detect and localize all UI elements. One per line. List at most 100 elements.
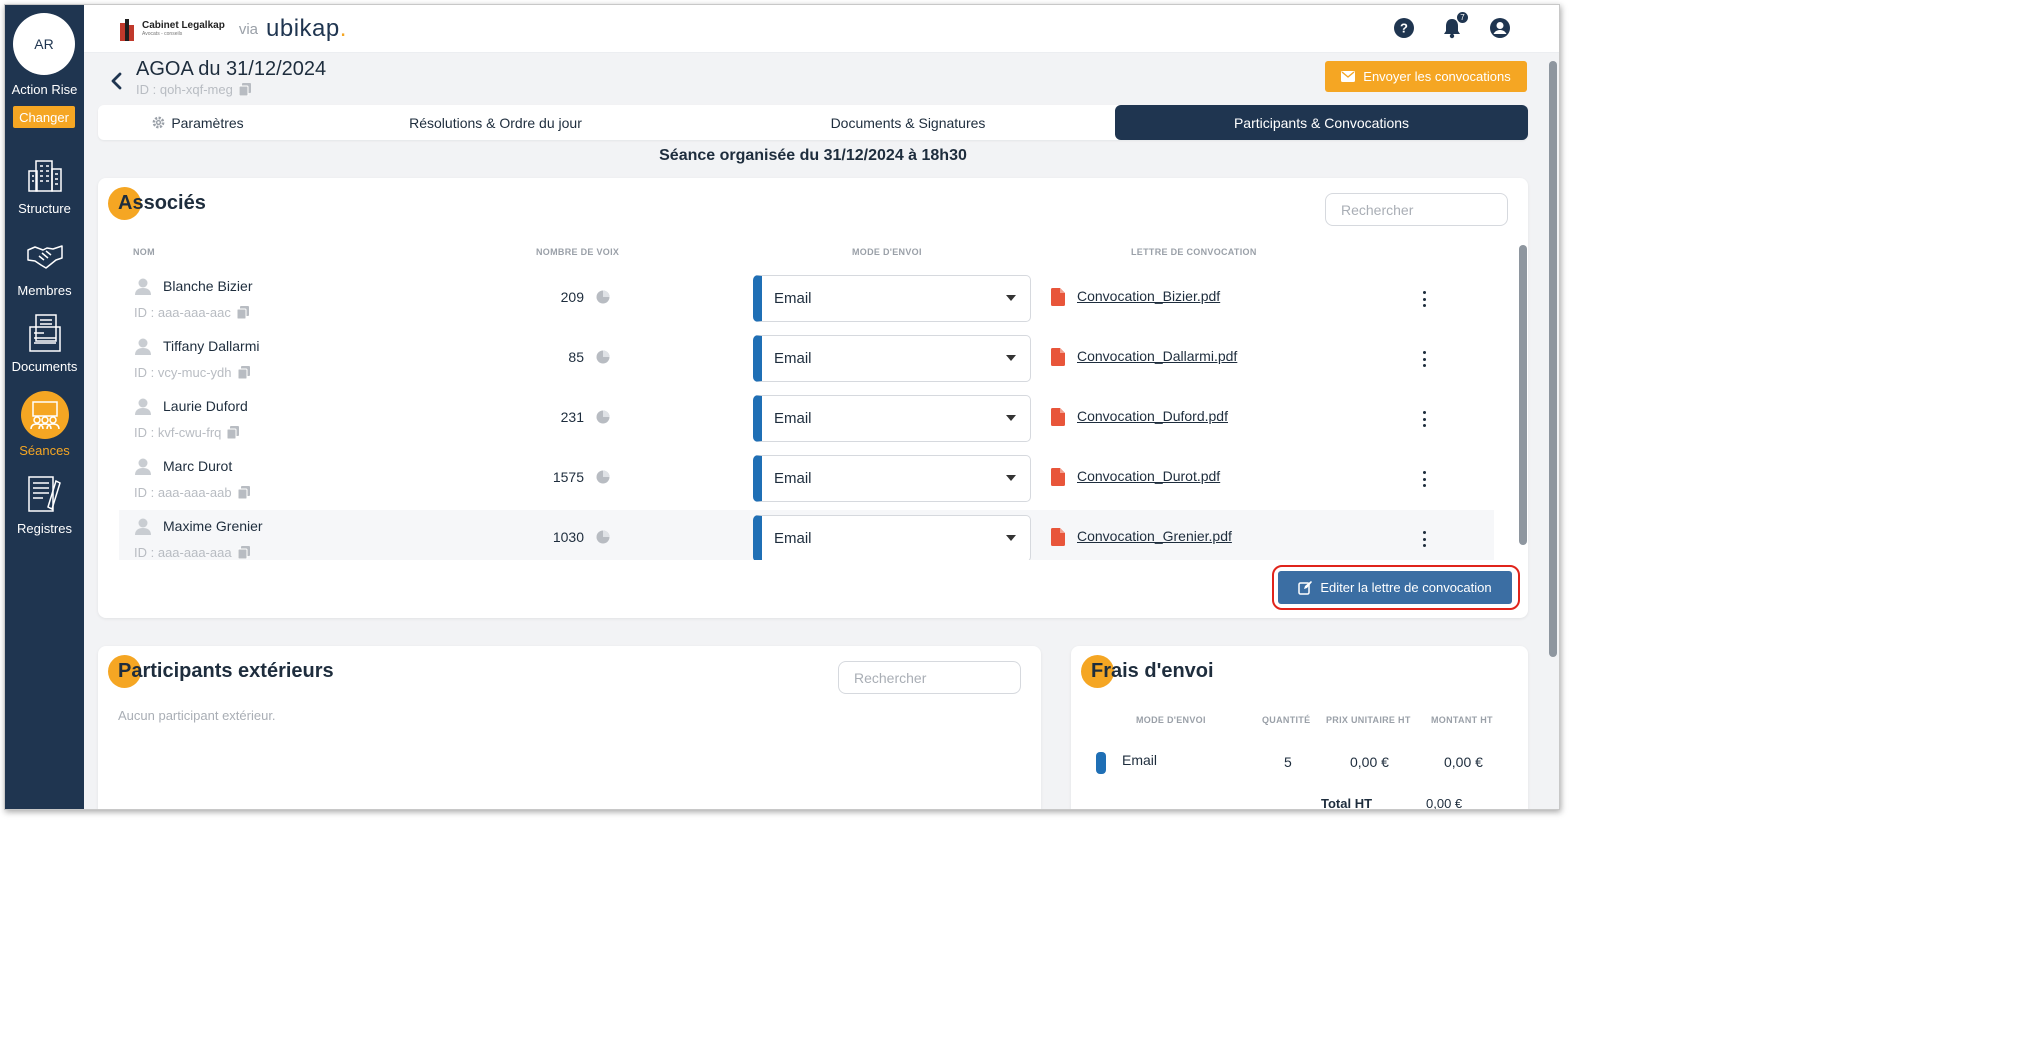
send-convocations-button[interactable]: Envoyer les convocations (1325, 61, 1527, 92)
help-icon[interactable]: ? (1393, 17, 1415, 39)
associe-id: ID : aaa-aaa-aaa (134, 545, 250, 560)
send-convocations-label: Envoyer les convocations (1363, 69, 1511, 84)
copy-icon[interactable] (237, 366, 250, 379)
associe-id: ID : kvf-cwu-frq (134, 425, 240, 440)
tab-resolutions[interactable]: Résolutions & Ordre du jour (298, 105, 693, 140)
convocation-link[interactable]: Convocation_Grenier.pdf (1077, 528, 1232, 544)
table-scrollbar[interactable] (1519, 245, 1527, 545)
send-mode-select[interactable]: Email (753, 395, 1031, 442)
associe-id-text: ID : aaa-aaa-aab (134, 485, 232, 500)
copy-icon[interactable] (236, 306, 249, 319)
app-logo-dot: . (339, 15, 347, 42)
table-row: Marc Durot ID : aaa-aaa-aab 1575 Email C… (119, 450, 1494, 508)
more-options-icon[interactable] (1421, 531, 1427, 547)
column-header-voix: Nombre de voix (536, 247, 620, 257)
associes-title: Associés (118, 192, 206, 214)
pdf-file-icon (1051, 408, 1065, 426)
tab-documents-signatures[interactable]: Documents & Signatures (698, 105, 1118, 140)
associe-id: ID : aaa-aaa-aab (134, 485, 250, 500)
convocation-link[interactable]: Convocation_Duford.pdf (1077, 408, 1228, 424)
chevron-down-icon (1006, 535, 1016, 541)
brand[interactable]: Cabinet Legalkap Avocats - conseils via … (120, 15, 347, 43)
associe-id-text: ID : aaa-aaa-aac (134, 305, 231, 320)
pdf-file-icon (1051, 468, 1065, 486)
edit-convocation-letter-button[interactable]: Editer la lettre de convocation (1278, 571, 1512, 604)
send-mode-select[interactable]: Email (753, 335, 1031, 382)
sidebar-item-membres[interactable]: Membres (5, 237, 84, 298)
pdf-file-icon (1051, 348, 1065, 366)
company-avatar[interactable]: AR (13, 13, 75, 75)
copy-icon[interactable] (238, 83, 251, 96)
exterieurs-search-input[interactable] (838, 661, 1021, 694)
register-icon (25, 475, 65, 515)
send-mode-value: Email (774, 350, 812, 367)
associe-name: Maxime Grenier (163, 518, 263, 534)
send-mode-select[interactable]: Email (753, 455, 1031, 502)
votes-count: 209 (560, 289, 584, 305)
tab-parametres[interactable]: Paramètres (98, 105, 298, 140)
person-icon (135, 398, 151, 415)
send-mode-indicator (1096, 752, 1106, 774)
send-mode-select[interactable]: Email (753, 515, 1031, 560)
page-scrollbar[interactable] (1549, 61, 1557, 657)
associe-id-text: ID : vcy-muc-ydh (134, 365, 232, 380)
more-options-icon[interactable] (1421, 411, 1427, 427)
top-icons: ? 7 (1393, 11, 1511, 39)
chevron-down-icon (1006, 475, 1016, 481)
pie-chart-icon[interactable] (596, 530, 610, 544)
associes-search-input[interactable] (1325, 193, 1508, 226)
frais-envoi-title: Frais d'envoi (1091, 660, 1214, 682)
more-options-icon[interactable] (1421, 471, 1427, 487)
votes-count: 231 (560, 409, 584, 425)
more-options-icon[interactable] (1421, 291, 1427, 307)
tab-participants-convocations[interactable]: Participants & Convocations (1115, 105, 1528, 140)
cabinet-name: Cabinet Legalkap (142, 20, 225, 31)
copy-icon[interactable] (237, 546, 250, 559)
envelope-icon (1341, 71, 1356, 82)
change-company-button[interactable]: Changer (13, 106, 75, 128)
fee-unit-price: 0,00 € (1350, 754, 1389, 770)
user-icon[interactable] (1489, 17, 1511, 39)
pie-chart-icon[interactable] (596, 350, 610, 364)
pie-chart-icon[interactable] (596, 410, 610, 424)
gear-icon (152, 116, 165, 129)
empty-state-text: Aucun participant extérieur. (118, 708, 276, 723)
send-mode-value: Email (774, 290, 812, 307)
sidebar-item-registres[interactable]: Registres (5, 475, 84, 536)
send-mode-value: Email (774, 470, 812, 487)
associe-name: Blanche Bizier (163, 278, 253, 294)
bell-icon[interactable]: 7 (1441, 11, 1469, 39)
votes-count: 85 (568, 349, 584, 365)
fee-amount: 0,00 € (1444, 754, 1483, 770)
back-chevron-icon[interactable] (109, 71, 125, 91)
convocation-link[interactable]: Convocation_Bizier.pdf (1077, 288, 1220, 304)
associe-id-text: ID : aaa-aaa-aaa (134, 545, 232, 560)
pie-chart-icon[interactable] (596, 470, 610, 484)
person-icon (135, 458, 151, 475)
sidebar-item-label: Documents (11, 359, 78, 374)
column-header-quantite: Quantité (1262, 715, 1311, 725)
convocation-link[interactable]: Convocation_Dallarmi.pdf (1077, 348, 1237, 364)
app-window: AR Action Rise Changer Structure Membres… (4, 4, 1560, 810)
sidebar-item-label: Structure (18, 201, 71, 216)
copy-icon[interactable] (227, 426, 240, 439)
more-options-icon[interactable] (1421, 351, 1427, 367)
copy-icon[interactable] (237, 486, 250, 499)
pdf-file-icon (1051, 288, 1065, 306)
pie-chart-icon[interactable] (596, 290, 610, 304)
tab-label: Participants & Convocations (1233, 114, 1410, 131)
edit-icon (1298, 580, 1313, 595)
table-row: Tiffany Dallarmi ID : vcy-muc-ydh 85 Ema… (119, 330, 1494, 388)
chevron-down-icon (1006, 355, 1016, 361)
associe-id: ID : vcy-muc-ydh (134, 365, 250, 380)
send-mode-select[interactable]: Email (753, 275, 1031, 322)
documents-icon (25, 313, 65, 353)
sidebar-item-seances[interactable]: Séances (5, 391, 84, 458)
tab-bar: Paramètres Résolutions & Ordre du jour D… (98, 105, 1528, 140)
sidebar-item-label: Séances (19, 443, 70, 458)
associe-id: ID : aaa-aaa-aac (134, 305, 249, 320)
associe-name: Laurie Duford (163, 398, 248, 414)
table-row: Laurie Duford ID : kvf-cwu-frq 231 Email… (119, 390, 1494, 448)
sidebar-item-documents[interactable]: Documents (5, 313, 84, 374)
convocation-link[interactable]: Convocation_Durot.pdf (1077, 468, 1220, 484)
